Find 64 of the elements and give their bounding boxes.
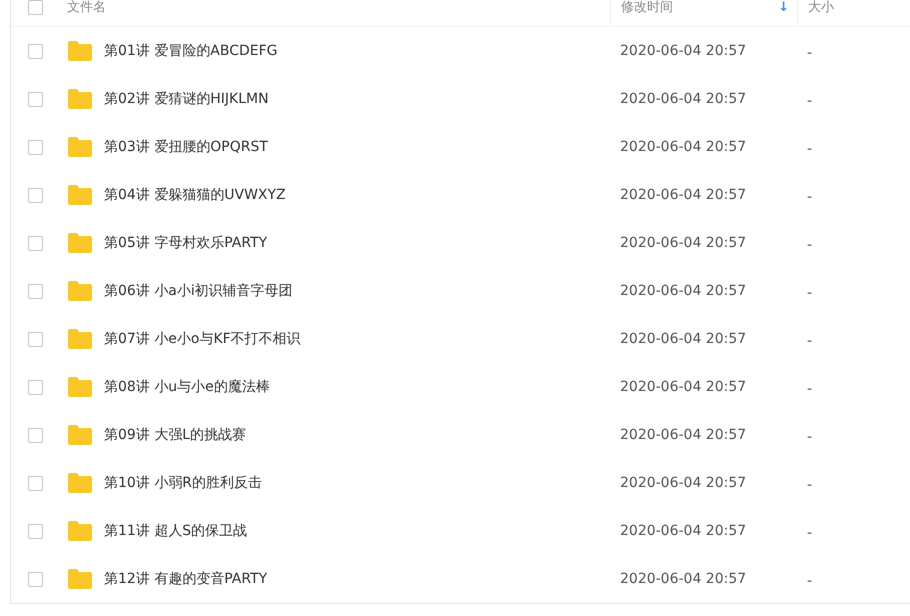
modified-time: 2020-06-04 20:57 [620, 331, 746, 347]
row-checkbox[interactable] [28, 332, 42, 346]
folder-icon [67, 136, 93, 158]
file-name[interactable]: 第07讲 小e小o与KF不打不相识 [104, 330, 301, 348]
modified-time: 2020-06-04 20:57 [620, 523, 746, 539]
modified-time: 2020-06-04 20:57 [620, 379, 746, 395]
file-size: - [807, 188, 812, 204]
modified-time: 2020-06-04 20:57 [620, 43, 746, 59]
column-header[interactable]: 大小 [808, 0, 834, 16]
file-name[interactable]: 第05讲 字母村欢乐PARTY [104, 234, 268, 252]
folder-icon [67, 472, 93, 494]
row-checkbox[interactable] [28, 236, 42, 250]
file-size: - [807, 428, 812, 444]
file-name[interactable]: 第01讲 爱冒险的ABCDEFG [104, 42, 278, 60]
file-size: - [807, 332, 812, 348]
modified-time: 2020-06-04 20:57 [620, 187, 746, 203]
modified-time: 2020-06-04 20:57 [620, 571, 746, 587]
file-size: - [807, 476, 812, 492]
file-size: - [807, 572, 812, 588]
file-size: - [807, 92, 812, 108]
row-checkbox[interactable] [28, 524, 42, 538]
file-size: - [807, 236, 812, 252]
folder-icon [67, 280, 93, 302]
row-checkbox[interactable] [28, 44, 42, 58]
folder-icon [67, 328, 93, 350]
file-size: - [807, 140, 812, 156]
file-name[interactable]: 第12讲 有趣的变音PARTY [104, 570, 268, 588]
folder-icon [67, 40, 93, 62]
file-size: - [807, 284, 812, 300]
row-checkbox[interactable] [28, 92, 42, 106]
row-checkbox[interactable] [28, 380, 42, 394]
file-name[interactable]: 第11讲 超人S的保卫战 [104, 522, 248, 540]
folder-icon [67, 568, 93, 590]
folder-icon [67, 184, 93, 206]
folder-icon [67, 376, 93, 398]
file-size: - [807, 380, 812, 396]
modified-time: 2020-06-04 20:57 [620, 283, 746, 299]
file-name[interactable]: 第02讲 爱猜谜的HIJKLMN [104, 90, 269, 108]
file-name[interactable]: 第10讲 小弱R的胜利反击 [104, 474, 262, 492]
row-checkbox[interactable] [28, 284, 42, 298]
modified-time: 2020-06-04 20:57 [620, 139, 746, 155]
modified-time: 2020-06-04 20:57 [620, 91, 746, 107]
file-size: - [807, 44, 812, 60]
file-name[interactable]: 第09讲 大强L的挑战赛 [104, 426, 246, 444]
row-checkbox[interactable] [28, 188, 42, 202]
row-checkbox[interactable] [28, 572, 42, 586]
row-checkbox[interactable] [28, 140, 42, 154]
file-name[interactable]: 第06讲 小a小i初识辅音字母团 [104, 282, 293, 300]
select-all-checkbox[interactable] [28, 0, 42, 15]
folder-icon [67, 232, 93, 254]
file-name[interactable]: 第08讲 小u与小e的魔法棒 [104, 378, 270, 396]
modified-time: 2020-06-04 20:57 [620, 475, 746, 491]
folder-icon [67, 88, 93, 110]
modified-time: 2020-06-04 20:57 [620, 235, 746, 251]
row-checkbox[interactable] [28, 428, 42, 442]
modified-time: 2020-06-04 20:57 [620, 427, 746, 443]
column-header[interactable]: 文件名 [67, 0, 106, 16]
folder-icon [67, 520, 93, 542]
folder-icon [67, 424, 93, 446]
file-name[interactable]: 第03讲 爱扭腰的OPQRST [104, 138, 268, 156]
row-checkbox[interactable] [28, 476, 42, 490]
column-header[interactable]: 修改时间 [621, 0, 673, 16]
file-name[interactable]: 第04讲 爱躲猫猫的UVWXYZ [104, 186, 286, 204]
file-size: - [807, 524, 812, 540]
